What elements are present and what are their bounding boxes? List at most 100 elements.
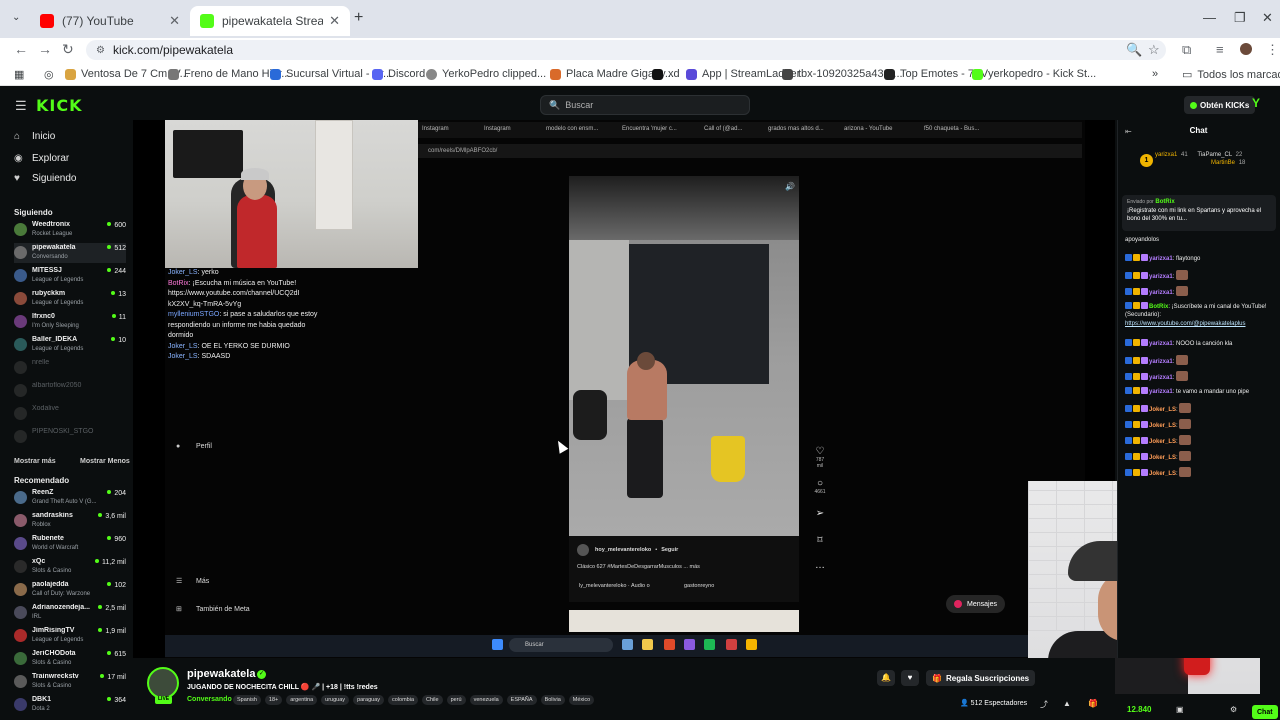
- globe-icon[interactable]: ◎: [44, 68, 54, 81]
- stream-tag[interactable]: venezuela: [469, 695, 503, 705]
- bookmark-item[interactable]: xd: [652, 68, 680, 80]
- tab-youtube[interactable]: (77) YouTube ✕: [30, 6, 190, 36]
- more-icon[interactable]: ⋮: [1266, 42, 1279, 58]
- sidebar-channel[interactable]: rubyckkm League of Legends 13: [14, 289, 126, 309]
- share-icon[interactable]: ⤴: [1040, 699, 1048, 710]
- gift-icon[interactable]: 🎁: [1088, 699, 1098, 708]
- pinned-message[interactable]: Enviado por BotRix ¡Registrate con mi li…: [1122, 195, 1276, 231]
- sidebar-channel[interactable]: Baller_IDEKA League of Legends 10: [14, 335, 126, 355]
- sidebar-channel[interactable]: albartoflow2050: [14, 381, 126, 401]
- sidebar-channel[interactable]: Trainwreckstv Slots & Casino 17 mil: [14, 672, 126, 692]
- bookmark-item[interactable]: YerkoPedro clipped...: [426, 68, 546, 80]
- follow-heart-icon[interactable]: ♥: [901, 670, 919, 686]
- minimize-icon[interactable]: —: [1203, 10, 1216, 25]
- sidebar-channel[interactable]: sandraskins Roblox 3,6 mil: [14, 511, 126, 531]
- address-bar[interactable]: ⚙ kick.com/pipewakatela: [86, 40, 1166, 60]
- sidebar-channel[interactable]: JeriCHODota Slots & Casino 615: [14, 649, 126, 669]
- media-icon[interactable]: ≡: [1216, 42, 1224, 57]
- chat-username[interactable]: yarizxa1: [1149, 359, 1173, 365]
- new-tab-icon[interactable]: +: [354, 9, 363, 27]
- emote-icon[interactable]: ▣: [1176, 705, 1184, 714]
- streamer-name[interactable]: pipewakatela: [187, 668, 255, 680]
- chat-username[interactable]: Joker_LS: [1149, 423, 1176, 429]
- nav-siguiendo[interactable]: ♥ Siguiendo: [14, 173, 76, 184]
- menu-icon[interactable]: ☰: [15, 98, 27, 114]
- sidebar-channel[interactable]: nrelle: [14, 358, 126, 378]
- sidebar-channel[interactable]: pipewakatela Conversando 512: [14, 243, 126, 263]
- chat-username[interactable]: Joker_LS: [1149, 439, 1176, 445]
- site-info-icon[interactable]: ⚙: [96, 45, 105, 56]
- sidebar-channel[interactable]: paolajedda Call of Duty: Warzone 102: [14, 580, 126, 600]
- stream-tag[interactable]: 18+: [264, 695, 283, 705]
- bell-icon[interactable]: 🔔: [877, 670, 895, 686]
- nav-explorar[interactable]: ◉ Explorar: [14, 153, 69, 164]
- chat-username[interactable]: yarizxa1: [1149, 290, 1173, 296]
- sidebar-channel[interactable]: JimRisingTV League of Legends 1,9 mil: [14, 626, 126, 646]
- reload-icon[interactable]: ↻: [62, 41, 74, 58]
- tab-kick[interactable]: pipewakatela Stream - Watch L ✕: [190, 6, 350, 36]
- close-icon[interactable]: ✕: [169, 13, 180, 29]
- get-kicks-button[interactable]: Obtén KICKs: [1184, 96, 1256, 114]
- stream-tag[interactable]: Chile: [422, 695, 443, 705]
- gift-subs-button[interactable]: 🎁 Regala Suscripciones: [926, 670, 1036, 686]
- user-avatar[interactable]: Y: [1252, 96, 1260, 110]
- stream-tag[interactable]: colombia: [388, 695, 419, 705]
- bookmark-item[interactable]: ▭ Todos los marcadores: [1182, 68, 1280, 82]
- tab-search-icon[interactable]: ⌄: [12, 12, 20, 23]
- gifter-name[interactable]: TiaPame_CL: [1197, 152, 1232, 158]
- show-less-button[interactable]: Mostrar Menos: [80, 458, 130, 465]
- search-input[interactable]: 🔍 Buscar: [540, 95, 750, 115]
- stream-tag[interactable]: Bolivia: [540, 695, 565, 705]
- chat-username[interactable]: yarizxa1: [1149, 389, 1173, 395]
- stream-tag[interactable]: México: [568, 695, 595, 705]
- sidebar-channel[interactable]: Weedtronix Rocket League 600: [14, 220, 126, 240]
- bookmark-star-icon[interactable]: ☆: [1148, 42, 1160, 58]
- kick-logo[interactable]: KICK: [36, 96, 83, 115]
- alert-icon[interactable]: ▲: [1063, 699, 1071, 708]
- stream-tag[interactable]: uruguay: [321, 695, 350, 705]
- close-icon[interactable]: ✕: [329, 13, 340, 29]
- restore-icon[interactable]: ❐: [1234, 10, 1246, 26]
- gifter-name[interactable]: yarizxa1: [1155, 152, 1177, 158]
- apps-icon[interactable]: ▦: [14, 68, 24, 81]
- chat-link[interactable]: https://www.youtube.com/@pipewakatelaplu…: [1125, 321, 1246, 327]
- chat-username[interactable]: Joker_LS: [1149, 407, 1176, 413]
- sidebar-channel[interactable]: Ifrxnc0 I'm Only Sleeping 11: [14, 312, 126, 332]
- stream-tag[interactable]: perú: [446, 695, 466, 705]
- chat-send-button[interactable]: Chat: [1252, 705, 1278, 719]
- show-more-button[interactable]: Mostrar más: [14, 458, 56, 465]
- chat-username[interactable]: yarizxa1: [1149, 256, 1173, 262]
- stream-category[interactable]: Conversando: [187, 696, 232, 703]
- profile-avatar[interactable]: [1240, 43, 1252, 55]
- sidebar-channel[interactable]: Xodalive: [14, 404, 126, 424]
- sidebar-channel[interactable]: xQc Slots & Casino 11,2 mil: [14, 557, 126, 577]
- back-icon[interactable]: ←: [14, 41, 28, 57]
- sidebar-channel[interactable]: PIPENOSKI_STGO: [14, 427, 126, 447]
- bookmark-item[interactable]: yerkopedro - Kick St...: [972, 68, 1096, 80]
- sidebar-channel[interactable]: MITESSJ League of Legends 244: [14, 266, 126, 286]
- window-close-icon[interactable]: ✕: [1262, 10, 1273, 26]
- stream-tag[interactable]: Spanish: [233, 695, 261, 705]
- bookmark-item[interactable]: Discord: [372, 68, 425, 80]
- zoom-icon[interactable]: 🔍: [1126, 42, 1142, 58]
- extensions-icon[interactable]: ⧉: [1182, 42, 1191, 58]
- sidebar-channel[interactable]: DBK1 Dota 2 364: [14, 695, 126, 715]
- chat-username[interactable]: yarizxa1: [1149, 375, 1173, 381]
- gifter-name[interactable]: MartinBe: [1211, 160, 1235, 166]
- stream-tag[interactable]: paraguay: [353, 695, 384, 705]
- chat-username[interactable]: yarizxa1: [1149, 341, 1173, 347]
- bookmarks-overflow-icon[interactable]: »: [1152, 68, 1158, 80]
- chat-username[interactable]: Joker_LS: [1149, 471, 1176, 477]
- sidebar-channel[interactable]: ReenZ Grand Theft Auto V (G... 204: [14, 488, 126, 508]
- forward-icon[interactable]: →: [38, 41, 52, 57]
- chat-username[interactable]: Joker_LS: [1149, 455, 1176, 461]
- stream-tag[interactable]: ESPAÑA: [506, 695, 537, 705]
- sidebar-channel[interactable]: Rubenete World of Warcraft 960: [14, 534, 126, 554]
- stream-tag[interactable]: argentina: [286, 695, 318, 705]
- settings-icon[interactable]: ⚙: [1230, 705, 1237, 714]
- chat-username[interactable]: BotRix: [1149, 304, 1168, 310]
- sidebar-channel[interactable]: Adrianozendeja... IRL 2,5 mil: [14, 603, 126, 623]
- nav-inicio[interactable]: ⌂ Inicio: [14, 131, 55, 142]
- streamer-avatar[interactable]: [147, 667, 179, 699]
- chat-username[interactable]: yarizxa1: [1149, 274, 1173, 280]
